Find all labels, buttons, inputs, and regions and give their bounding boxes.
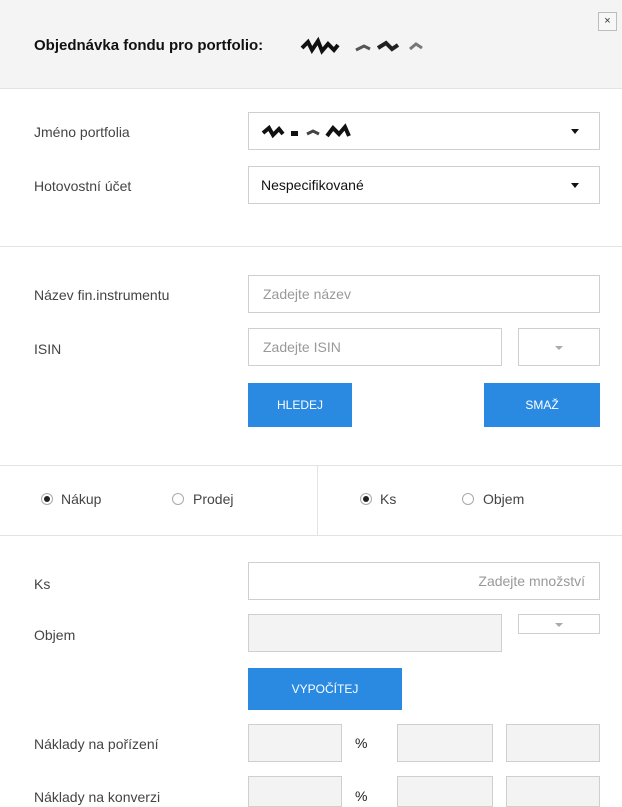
clear-button[interactable]: SMAŽ xyxy=(484,383,600,427)
percent-sign: % xyxy=(355,735,368,751)
pieces-mode-radio[interactable] xyxy=(360,493,372,505)
buy-label: Nákup xyxy=(61,491,102,507)
volume-input[interactable] xyxy=(248,614,502,652)
volume-label: Objem xyxy=(34,627,76,643)
chevron-down-icon xyxy=(571,129,579,134)
isin-type-select[interactable] xyxy=(518,328,600,366)
chevron-down-icon xyxy=(571,183,579,188)
chevron-down-icon xyxy=(555,623,563,627)
isin-input[interactable] xyxy=(248,328,502,366)
chevron-down-icon xyxy=(555,346,563,350)
portfolio-name-select[interactable] xyxy=(248,112,600,150)
pieces-label: Ks xyxy=(34,576,51,592)
dialog-title: Objednávka fondu pro portfolio: xyxy=(34,37,264,54)
buy-radio[interactable] xyxy=(41,493,53,505)
pieces-input[interactable] xyxy=(248,562,600,600)
currency-select[interactable] xyxy=(518,614,600,634)
pieces-mode-label: Ks xyxy=(380,491,397,507)
vertical-divider xyxy=(317,465,318,535)
acquisition-amount-field[interactable] xyxy=(397,724,493,762)
instrument-name-label: Název fin.instrumentu xyxy=(34,287,170,303)
instrument-name-input[interactable] xyxy=(248,275,600,313)
sell-radio[interactable] xyxy=(172,493,184,505)
sell-label: Prodej xyxy=(193,491,234,507)
volume-mode-radio[interactable] xyxy=(462,493,474,505)
cash-account-label: Hotovostní účet xyxy=(34,178,132,194)
section-divider xyxy=(0,465,622,466)
acquisition-cost-label: Náklady na pořízení xyxy=(34,736,159,752)
search-button[interactable]: HLEDEJ xyxy=(248,383,352,427)
conversion-cost-label: Náklady na konverzi xyxy=(34,789,161,805)
calculate-button[interactable]: VYPOČÍTEJ xyxy=(248,668,402,710)
close-button[interactable]: × xyxy=(598,12,617,31)
cash-account-select[interactable]: Nespecifikované xyxy=(248,166,600,204)
acquisition-currency-field[interactable] xyxy=(506,724,600,762)
volume-mode-label: Objem xyxy=(483,491,525,507)
redacted-portfolio-select-value xyxy=(261,123,351,139)
conversion-amount-field[interactable] xyxy=(397,776,493,807)
isin-label: ISIN xyxy=(34,341,62,357)
close-icon: × xyxy=(604,15,611,27)
cash-account-value: Nespecifikované xyxy=(261,177,364,193)
conversion-percent-field[interactable] xyxy=(248,776,342,807)
section-divider xyxy=(0,246,622,247)
percent-sign: % xyxy=(355,788,368,804)
section-divider xyxy=(0,535,622,536)
redacted-portfolio-name xyxy=(300,36,423,55)
conversion-currency-field[interactable] xyxy=(506,776,600,807)
portfolio-name-label: Jméno portfolia xyxy=(34,124,130,140)
acquisition-percent-field[interactable] xyxy=(248,724,342,762)
